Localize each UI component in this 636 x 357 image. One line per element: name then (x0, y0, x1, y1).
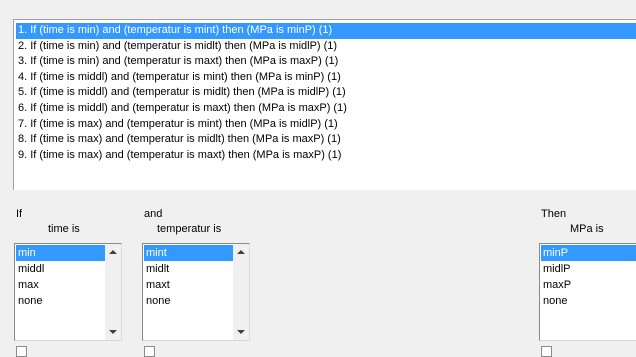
rule-item-6[interactable]: 6. If (time is middl) and (temperatur is… (16, 101, 636, 117)
temperatur-scrollbar[interactable] (233, 244, 249, 340)
temperatur-option-maxt[interactable]: maxt (144, 277, 233, 293)
temperatur-variable-label: temperatur is (157, 223, 222, 235)
mpa-option-maxp[interactable]: maxP (541, 277, 636, 293)
mpa-membership-listbox[interactable]: minP midlP maxP none (539, 243, 636, 341)
mpa-option-midlp[interactable]: midlP (541, 261, 636, 277)
rule-item-1[interactable]: 1. If (time is min) and (temperatur is m… (16, 23, 636, 39)
rule-item-3[interactable]: 3. If (time is min) and (temperatur is m… (16, 54, 636, 70)
mpa-not-checkbox[interactable] (541, 346, 552, 357)
mpa-option-minp[interactable]: minP (541, 245, 636, 261)
time-option-max[interactable]: max (16, 277, 105, 293)
rules-listbox[interactable]: 1. If (time is min) and (temperatur is m… (13, 19, 636, 190)
time-scrollbar[interactable] (105, 244, 121, 340)
time-variable-label: time is (48, 223, 80, 235)
temperatur-not-checkbox[interactable] (144, 346, 155, 357)
time-not-checkbox[interactable] (16, 346, 27, 357)
scroll-up-arrow-icon[interactable] (109, 250, 117, 254)
temperatur-option-none[interactable]: none (144, 293, 233, 309)
scroll-up-arrow-icon[interactable] (237, 250, 245, 254)
temperatur-option-midlt[interactable]: midlt (144, 261, 233, 277)
rule-item-5[interactable]: 5. If (time is middl) and (temperatur is… (16, 85, 636, 101)
rule-item-9[interactable]: 9. If (time is max) and (temperatur is m… (16, 148, 636, 164)
temperatur-membership-listbox[interactable]: mint midlt maxt none (142, 243, 250, 341)
time-option-middl[interactable]: middl (16, 261, 105, 277)
rule-item-7[interactable]: 7. If (time is max) and (temperatur is m… (16, 117, 636, 133)
mpa-variable-label: MPa is (570, 223, 604, 235)
rule-item-2[interactable]: 2. If (time is min) and (temperatur is m… (16, 39, 636, 55)
time-membership-listbox[interactable]: min middl max none (14, 243, 122, 341)
if-header: If (16, 208, 23, 220)
scroll-down-arrow-icon[interactable] (109, 330, 117, 334)
time-option-min[interactable]: min (16, 245, 105, 261)
rule-item-4[interactable]: 4. If (time is middl) and (temperatur is… (16, 70, 636, 86)
rule-item-8[interactable]: 8. If (time is max) and (temperatur is m… (16, 132, 636, 148)
time-option-none[interactable]: none (16, 293, 105, 309)
and-header: and (144, 208, 163, 220)
temperatur-option-mint[interactable]: mint (144, 245, 233, 261)
then-header: Then (541, 208, 567, 220)
mpa-option-none[interactable]: none (541, 293, 636, 309)
scroll-down-arrow-icon[interactable] (237, 330, 245, 334)
